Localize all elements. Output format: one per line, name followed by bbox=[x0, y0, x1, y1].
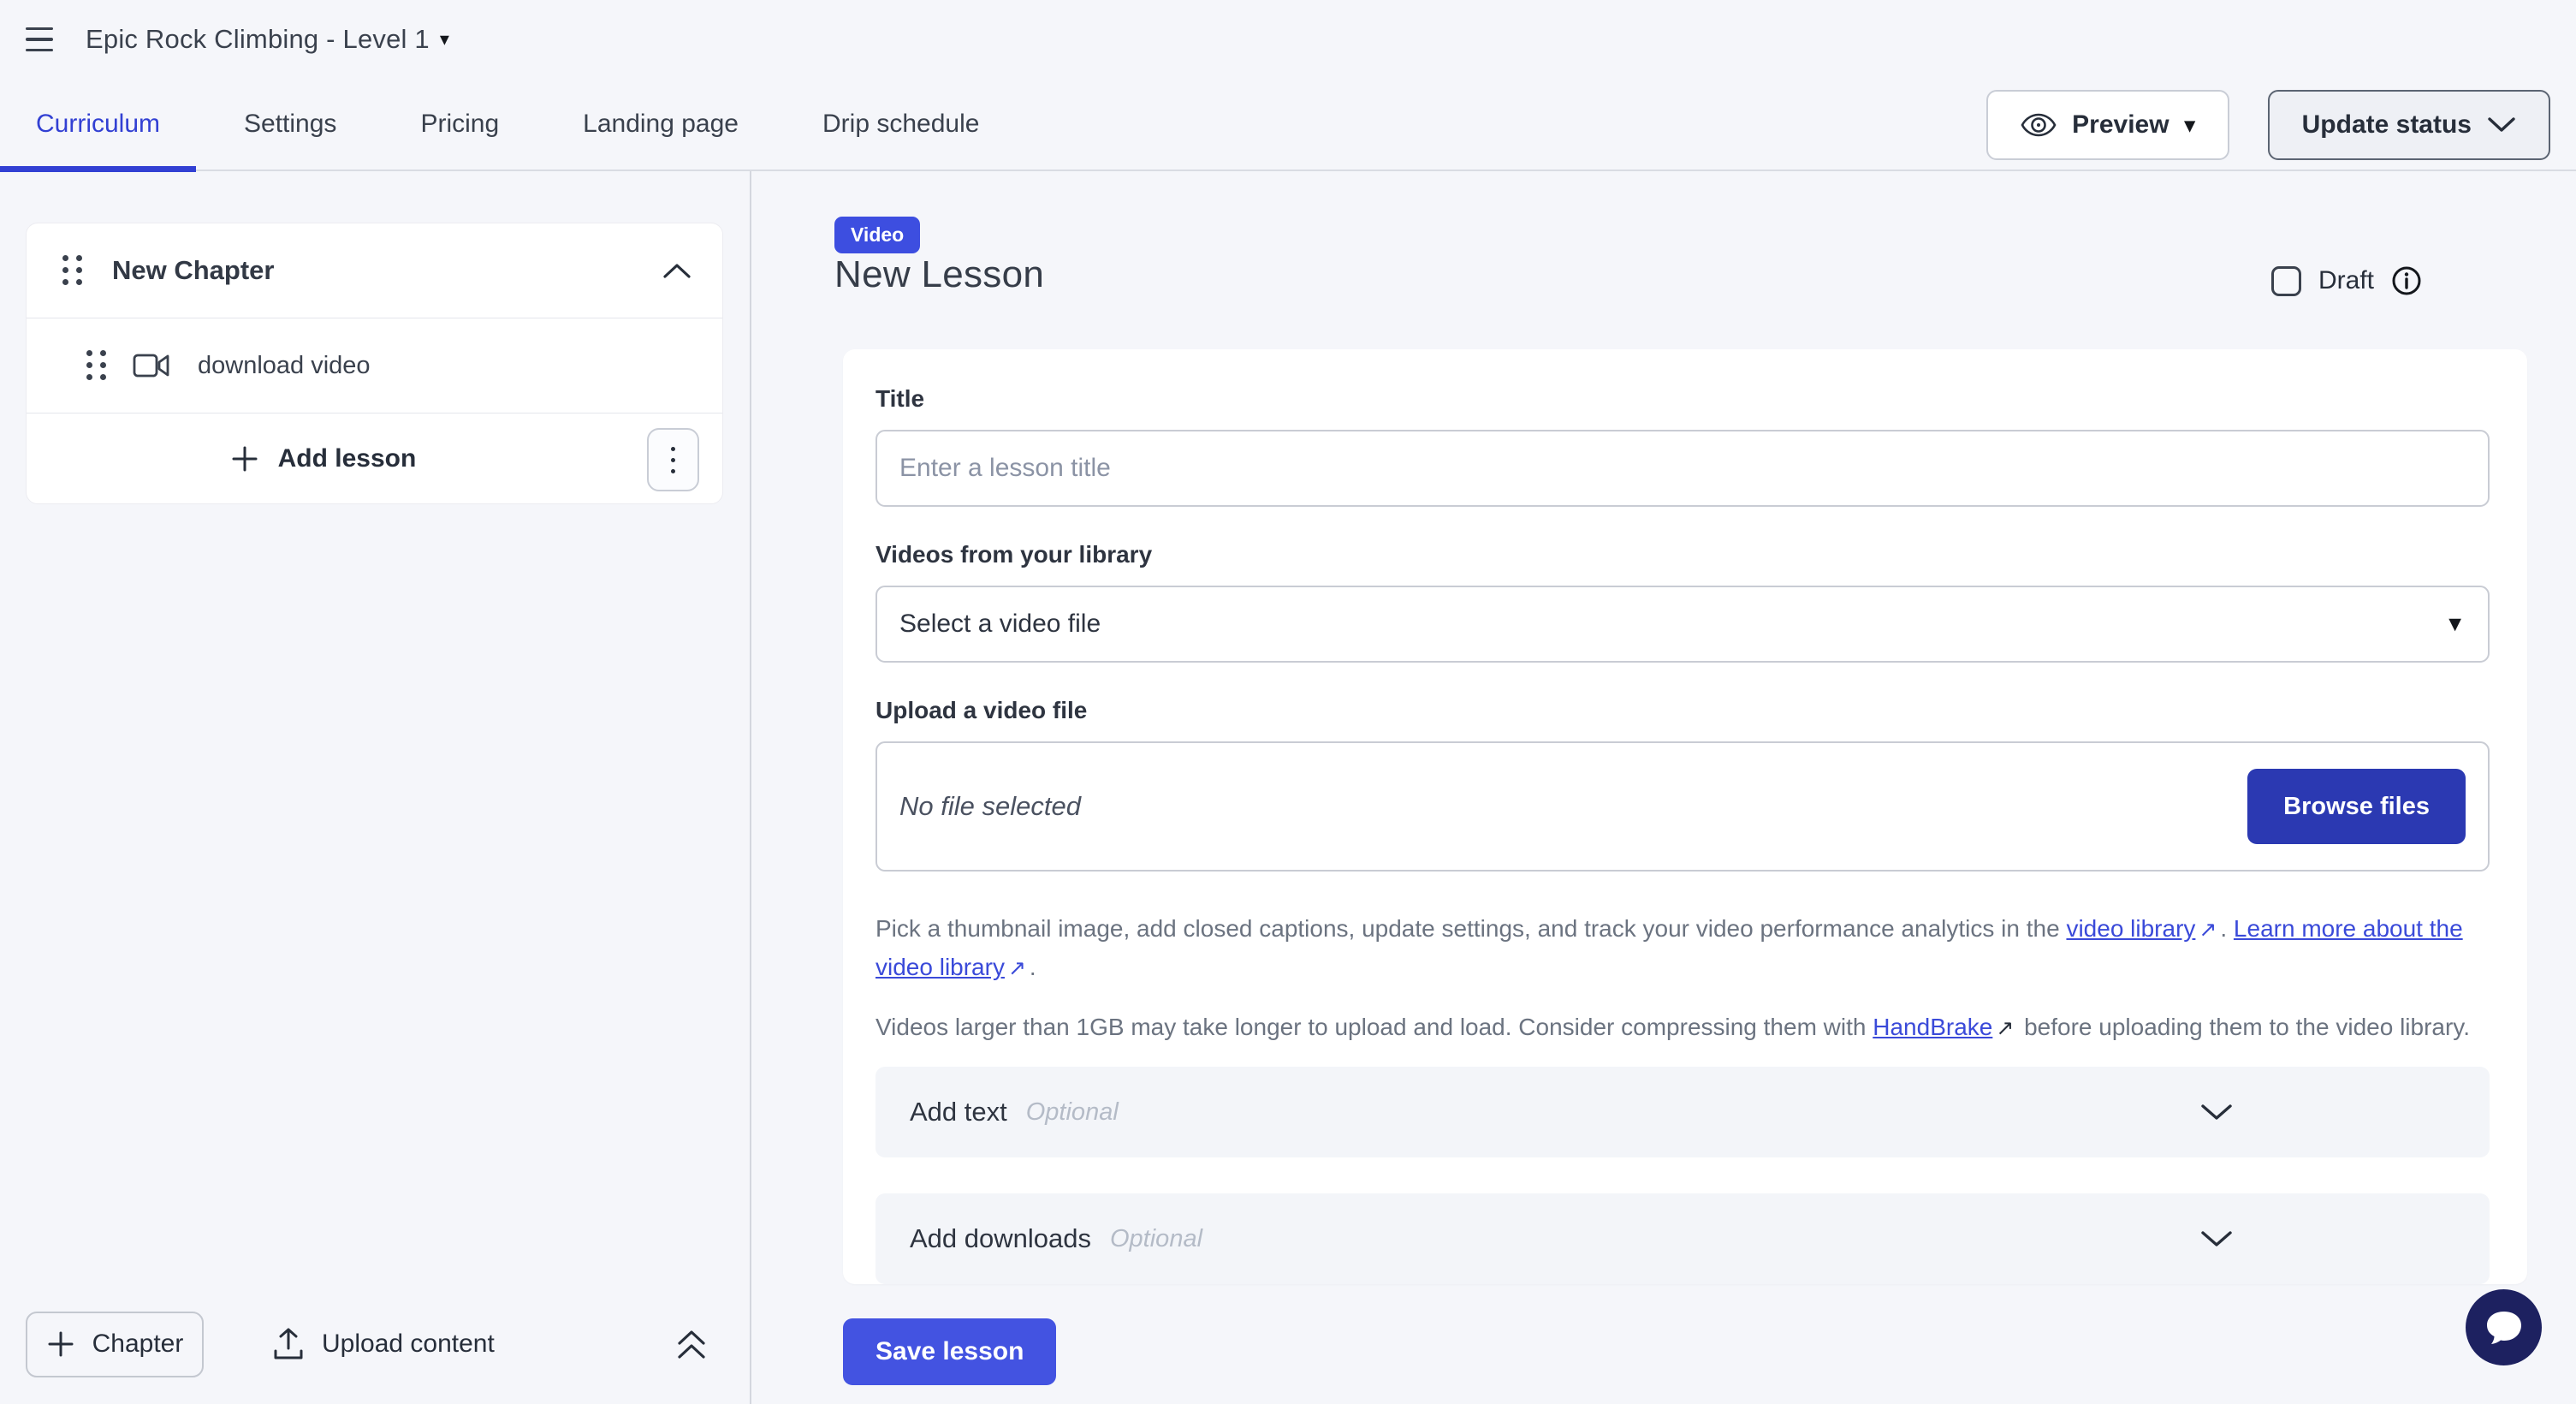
lesson-type-badge: Video bbox=[834, 217, 920, 253]
lesson-form-card: Title Videos from your library Select a … bbox=[843, 349, 2527, 1284]
update-status-button[interactable]: Update status bbox=[2268, 90, 2550, 160]
tab-curriculum[interactable]: Curriculum bbox=[0, 78, 196, 170]
video-library-select[interactable]: Select a video file ▼ bbox=[875, 586, 2490, 663]
external-link-icon: ↗ bbox=[1005, 951, 1030, 986]
preview-caret-icon: ▾ bbox=[2185, 113, 2195, 138]
file-upload-box[interactable]: No file selected Browse files bbox=[875, 741, 2490, 872]
chapter-footer: Add lesson bbox=[27, 413, 722, 503]
draft-checkbox[interactable] bbox=[2271, 266, 2301, 296]
chat-launcher-button[interactable] bbox=[2466, 1289, 2542, 1365]
add-chapter-button[interactable]: Chapter bbox=[26, 1312, 204, 1377]
chevron-down-icon bbox=[2200, 1229, 2233, 1248]
lesson-title-input[interactable] bbox=[875, 430, 2490, 507]
chapter-menu-kebab-button[interactable] bbox=[647, 428, 699, 491]
browse-files-button[interactable]: Browse files bbox=[2247, 769, 2466, 844]
add-lesson-button[interactable]: Add lesson bbox=[27, 413, 620, 503]
video-camera-icon bbox=[133, 353, 170, 378]
upload-content-label: Upload content bbox=[322, 1330, 495, 1359]
curriculum-sidebar: New Chapter download video Add lesson bbox=[0, 171, 751, 1404]
video-library-help-text: Pick a thumbnail image, add closed capti… bbox=[875, 909, 2484, 987]
add-downloads-accordion[interactable]: Add downloads Optional bbox=[875, 1193, 2490, 1284]
add-chapter-label: Chapter bbox=[92, 1330, 184, 1359]
chat-bubble-icon bbox=[2484, 1308, 2525, 1347]
title-field-label: Title bbox=[875, 385, 2490, 413]
library-field-label: Videos from your library bbox=[875, 541, 2490, 568]
handbrake-link[interactable]: HandBrake bbox=[1873, 1014, 1992, 1040]
chapter-title: New Chapter bbox=[112, 255, 662, 286]
plus-icon bbox=[230, 444, 259, 473]
header-actions: Preview ▾ Update status bbox=[1986, 90, 2550, 160]
plus-icon bbox=[46, 1330, 75, 1359]
chevron-down-icon bbox=[2200, 1103, 2233, 1121]
upload-field-label: Upload a video file bbox=[875, 697, 2490, 724]
compression-help-text: Videos larger than 1GB may take longer t… bbox=[875, 1008, 2484, 1046]
help-text-part: Videos larger than 1GB may take longer t… bbox=[875, 1014, 1873, 1040]
course-title-caret-icon[interactable]: ▾ bbox=[440, 28, 449, 51]
upload-icon bbox=[272, 1327, 305, 1361]
external-link-icon: ↗ bbox=[1992, 1011, 2017, 1046]
drag-handle-icon[interactable] bbox=[62, 255, 83, 286]
chevron-up-icon[interactable] bbox=[662, 262, 691, 279]
add-text-accordion[interactable]: Add text Optional bbox=[875, 1067, 2490, 1157]
draft-label: Draft bbox=[2318, 266, 2374, 295]
save-lesson-button[interactable]: Save lesson bbox=[843, 1318, 1056, 1385]
tab-pricing[interactable]: Pricing bbox=[384, 78, 535, 170]
update-status-label: Update status bbox=[2302, 110, 2472, 140]
video-library-link[interactable]: video library bbox=[2066, 915, 2195, 942]
lesson-row[interactable]: download video bbox=[27, 318, 722, 413]
chapter-header[interactable]: New Chapter bbox=[27, 223, 722, 318]
collapse-all-icon[interactable] bbox=[674, 1326, 709, 1362]
preview-button[interactable]: Preview ▾ bbox=[1986, 90, 2229, 160]
tab-drip-schedule[interactable]: Drip schedule bbox=[786, 78, 1015, 170]
top-bar: Epic Rock Climbing - Level 1 ▾ bbox=[0, 0, 2576, 79]
chapter-card: New Chapter download video Add lesson bbox=[26, 223, 723, 504]
tab-landing-page[interactable]: Landing page bbox=[547, 78, 775, 170]
sidebar-bottom-bar: Chapter Upload content bbox=[0, 1284, 750, 1404]
hamburger-menu-icon[interactable] bbox=[26, 21, 63, 58]
preview-label: Preview bbox=[2072, 110, 2169, 140]
help-text-part: . bbox=[2220, 915, 2234, 942]
chevron-down-icon bbox=[2487, 116, 2516, 134]
add-lesson-label: Add lesson bbox=[278, 444, 417, 473]
add-downloads-label: Add downloads bbox=[910, 1223, 1091, 1254]
add-text-label: Add text bbox=[910, 1097, 1007, 1127]
external-link-icon: ↗ bbox=[2195, 913, 2220, 948]
upload-content-button[interactable]: Upload content bbox=[272, 1327, 495, 1361]
info-icon[interactable] bbox=[2391, 265, 2422, 296]
page-title: New Lesson bbox=[834, 253, 1044, 296]
no-file-text: No file selected bbox=[899, 791, 1081, 822]
lesson-editor: Video New Lesson Draft Title Videos from… bbox=[753, 171, 2576, 1404]
drag-handle-icon[interactable] bbox=[86, 350, 107, 381]
eye-icon bbox=[2021, 112, 2057, 138]
help-text-part: Pick a thumbnail image, add closed capti… bbox=[875, 915, 2066, 942]
video-library-select-value: Select a video file bbox=[899, 610, 1101, 639]
tab-settings[interactable]: Settings bbox=[208, 78, 372, 170]
course-title[interactable]: Epic Rock Climbing - Level 1 bbox=[86, 24, 430, 55]
help-text-part: . bbox=[1030, 954, 1036, 980]
draft-toggle-group: Draft bbox=[2271, 265, 2422, 296]
help-text-part: before uploading them to the video libra… bbox=[2017, 1014, 2470, 1040]
select-caret-icon: ▼ bbox=[2444, 612, 2466, 637]
optional-label: Optional bbox=[1110, 1225, 1202, 1253]
lesson-title: download video bbox=[198, 352, 371, 380]
optional-label: Optional bbox=[1026, 1098, 1119, 1127]
